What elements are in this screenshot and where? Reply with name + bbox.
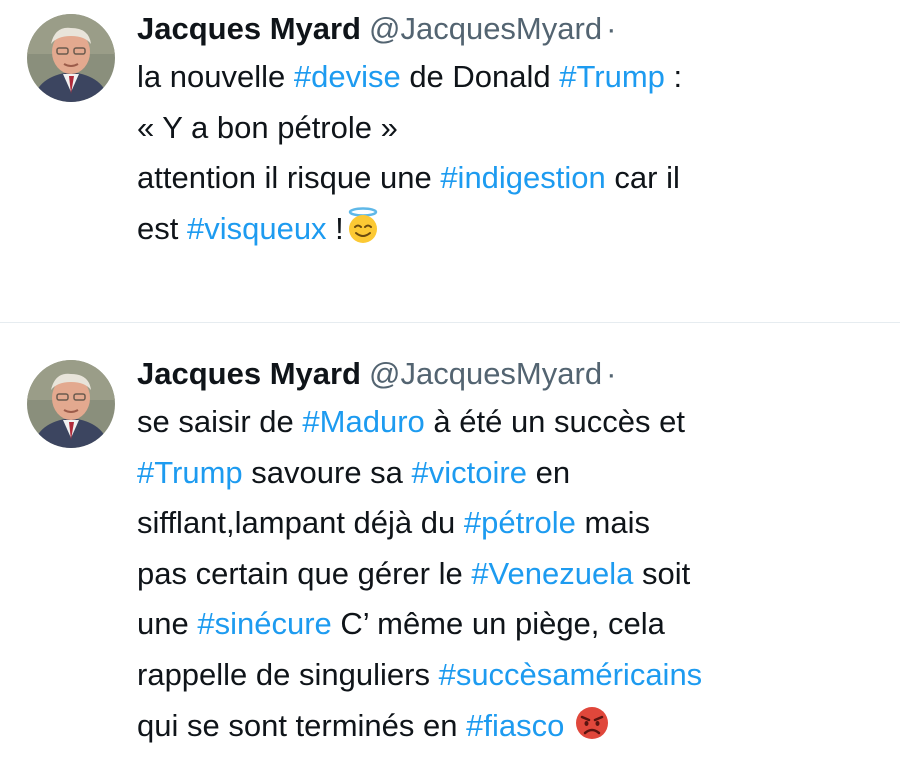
text-line: #Trump savoure sa #victoire en <box>137 448 877 499</box>
author-handle[interactable]: @JacquesMyard <box>369 356 602 391</box>
text-segment: sifflant,lampant déjà du <box>137 505 464 541</box>
text-segment: qui se sont terminés en <box>137 707 467 743</box>
text-line: qui se sont terminés en #fiasco <box>137 701 877 752</box>
text-segment: rappelle de singuliers <box>137 656 439 692</box>
text-line: une #sinécure C’ même un piège, cela <box>137 599 877 650</box>
text-segment: car il <box>605 160 680 196</box>
text-segment: de Donald <box>400 59 560 94</box>
tweet-header: Jacques Myard @JacquesMyard · <box>137 9 616 49</box>
text-line: pas certain que gérer le #Venezuela soit <box>137 549 877 600</box>
separator-dot: · <box>606 11 617 46</box>
text-line: attention il risque une #indigestion car… <box>137 153 877 204</box>
text-segment: soit <box>633 555 691 591</box>
hashtag-link[interactable]: #Trump <box>559 59 665 94</box>
hashtag-link[interactable]: #Trump <box>137 455 243 490</box>
text-line: rappelle de singuliers #succèsaméricains <box>137 650 877 701</box>
divider <box>0 322 900 341</box>
hashtag-link[interactable]: #succèsaméricains <box>439 657 703 692</box>
smiling-face-with-halo-icon <box>344 207 382 245</box>
tweet[interactable]: Jacques Myard @JacquesMyard · se saisir de… <box>0 340 900 770</box>
text-segment: C’ même un piège, cela <box>331 606 665 642</box>
angry-face-icon <box>573 704 611 742</box>
hashtag-link[interactable]: #Maduro <box>302 404 424 439</box>
text-segment: : <box>664 59 683 94</box>
text-line: se saisir de #Maduro à été un succès et <box>137 397 877 448</box>
text-line: sifflant,lampant déjà du #pétrole mais <box>137 498 877 549</box>
tweet-text: se saisir de #Maduro à été un succès et #… <box>137 397 877 751</box>
text-segment: la nouvelle <box>137 59 294 94</box>
text-segment: pas certain que gérer le <box>137 555 472 591</box>
hashtag-link[interactable]: #sinécure <box>197 606 331 641</box>
author-handle[interactable]: @JacquesMyard <box>369 11 602 46</box>
text-segment: mais <box>575 505 650 541</box>
hashtag-link[interactable]: #victoire <box>412 455 527 490</box>
tweet-header: Jacques Myard @JacquesMyard · <box>137 354 616 394</box>
text-segment: une <box>137 606 198 642</box>
text-segment <box>564 708 573 743</box>
author-avatar[interactable] <box>27 14 115 102</box>
hashtag-link[interactable]: #pétrole <box>464 505 576 540</box>
text-segment: ! <box>326 210 344 246</box>
hashtag-link[interactable]: #fiasco <box>466 708 564 743</box>
author-name[interactable]: Jacques Myard <box>137 11 361 46</box>
text-segment: se saisir de <box>137 404 303 439</box>
hashtag-link[interactable]: #devise <box>294 59 401 94</box>
text-line: la nouvelle #devise de Donald #Trump : <box>137 52 877 103</box>
author-name[interactable]: Jacques Myard <box>137 356 361 391</box>
hashtag-link[interactable]: #indigestion <box>440 160 605 195</box>
separator-dot: · <box>606 356 617 391</box>
text-line: « Y a bon pétrole » <box>137 103 877 154</box>
text-segment: « Y a bon pétrole » <box>137 109 398 145</box>
text-segment: attention il risque une <box>137 160 441 196</box>
tweet[interactable]: Jacques Myard @JacquesMyard · la nouvelle … <box>0 0 900 322</box>
text-segment: à été un succès et <box>424 404 685 439</box>
text-segment: savoure sa <box>242 454 412 490</box>
hashtag-link[interactable]: #Venezuela <box>471 556 633 591</box>
text-segment: est <box>137 210 187 246</box>
author-avatar[interactable] <box>27 360 115 448</box>
hashtag-link[interactable]: #visqueux <box>187 211 327 246</box>
text-segment: en <box>526 454 571 490</box>
tweet-text: la nouvelle #devise de Donald #Trump : « … <box>137 52 877 254</box>
text-line: est #visqueux ! <box>137 204 877 255</box>
